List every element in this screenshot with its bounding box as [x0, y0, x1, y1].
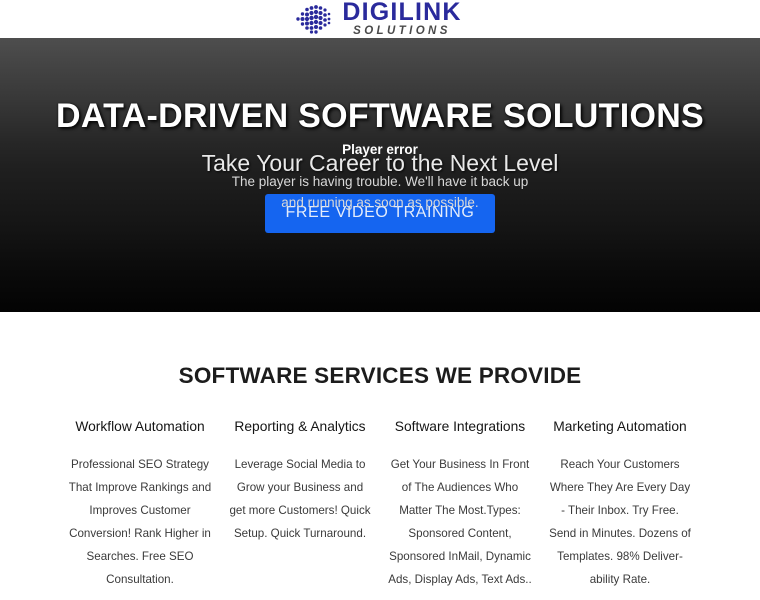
service-description: Get Your Business In Front of The Audien…: [388, 457, 532, 587]
grid-row-spacer: [0, 592, 760, 600]
service-description: Professional SEO Strategy That Improve R…: [68, 457, 212, 587]
logo-subtitle: SOLUTIONS: [353, 25, 451, 38]
logo-wordmark: DIGILINK SOLUTIONS: [342, 0, 461, 38]
service-description: Reach Your Customers Where They Are Ever…: [549, 457, 691, 587]
services-heading: SOFTWARE SERVICES WE PROVIDE: [178, 363, 582, 388]
hero-headline: DATA-DRIVEN SOFTWARE SOLUTIONS: [55, 97, 705, 135]
hero-section: DATA-DRIVEN SOFTWARE SOLUTIONS Take Your…: [0, 38, 760, 312]
page-root: DIGILINK SOLUTIONS DATA-DRIVEN SOFTWARE …: [0, 0, 760, 600]
services-grid-row-1: Workflow Automation Professional SEO Str…: [0, 419, 760, 592]
service-title: Reporting & Analytics: [234, 419, 366, 434]
hero-subheadline: Take Your Career to the Next Level: [201, 150, 559, 176]
service-title: Software Integrations: [394, 419, 526, 434]
service-description: Leverage Social Media to Grow your Busin…: [229, 457, 371, 541]
service-card[interactable]: Marketing Automation Reach Your Customer…: [540, 419, 700, 592]
dotted-globe-icon: [296, 5, 331, 34]
service-title: Workflow Automation: [75, 419, 205, 434]
logo-title: DIGILINK: [342, 0, 462, 27]
site-header: DIGILINK SOLUTIONS: [0, 0, 760, 38]
site-logo[interactable]: DIGILINK SOLUTIONS: [294, 0, 461, 38]
service-card[interactable]: Workflow Automation Professional SEO Str…: [60, 419, 220, 592]
services-section: SOFTWARE SERVICES WE PROVIDE Workflow Au…: [0, 312, 760, 600]
service-title: Marketing Automation: [553, 419, 687, 434]
service-card[interactable]: Reporting & Analytics Leverage Social Me…: [220, 419, 380, 592]
service-card[interactable]: Software Integrations Get Your Business …: [380, 419, 540, 592]
free-video-training-button[interactable]: FREE VIDEO TRAINING: [264, 194, 496, 233]
